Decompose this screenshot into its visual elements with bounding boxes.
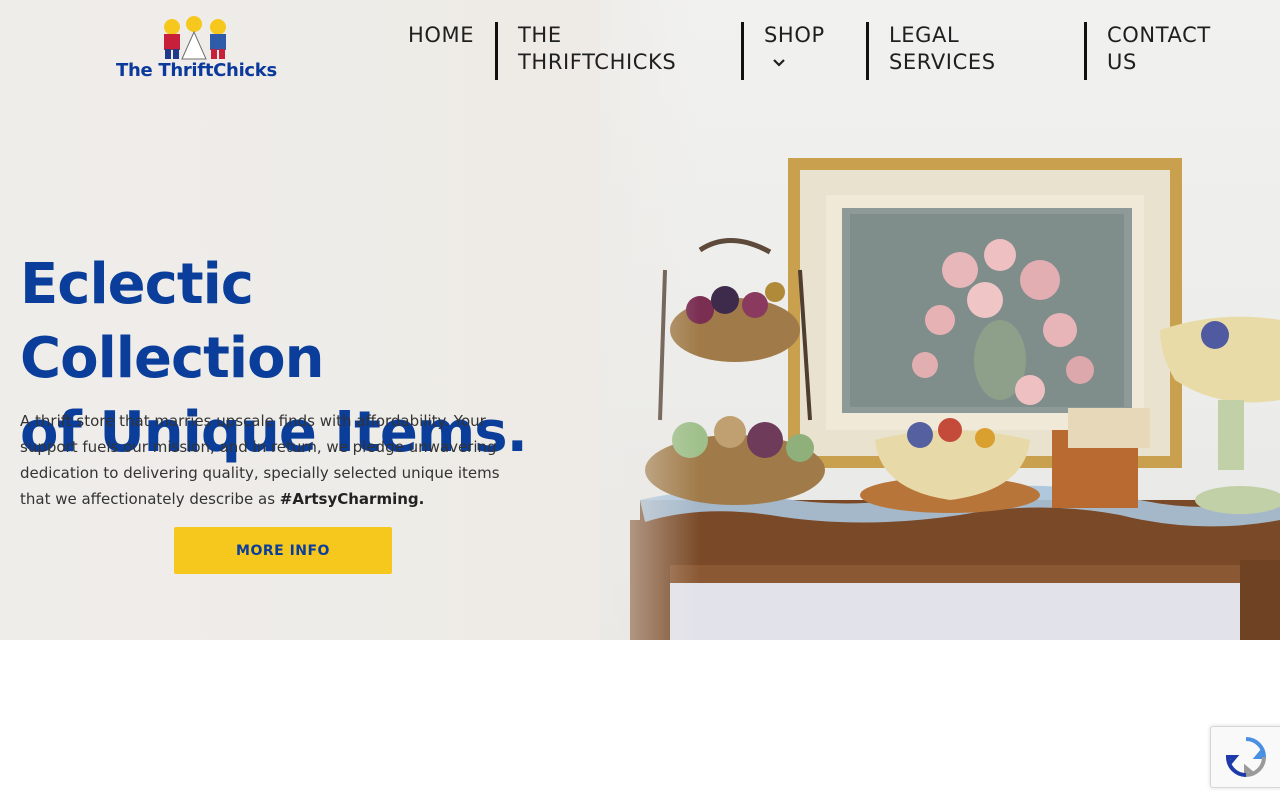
nav-legal-services[interactable]: LEGAL SERVICES [889,22,996,76]
nav-home[interactable]: HOME [408,22,474,49]
nav-the-thriftchicks[interactable]: THE THRIFTCHICKS [518,22,676,76]
nav-shop[interactable]: SHOP [764,22,825,76]
nav-divider [866,22,869,80]
recaptcha-badge[interactable] [1210,726,1280,788]
nav-divider [495,22,498,80]
nav-divider [741,22,744,80]
nav-legal-line1: LEGAL [889,23,960,47]
hero-title-line1: Eclectic Collection [20,252,324,391]
more-info-button[interactable]: MORE INFO [174,527,392,574]
logo-text[interactable]: The ThriftChicks [116,60,277,81]
nav-divider [1084,22,1087,80]
hero-hashtag: #ArtsyCharming. [279,490,425,508]
nav-contact-line2: US [1107,50,1137,74]
recaptcha-icon [1225,737,1267,778]
nav-home-label: HOME [408,23,475,47]
nav-contact-line1: CONTACT [1107,23,1211,47]
nav-thriftchicks-line2: THRIFTCHICKS [518,50,677,74]
nav-shop-label: SHOP [764,23,825,47]
chevron-down-icon[interactable] [772,58,786,68]
hero-description: A thrift store that marries upscale find… [20,408,525,512]
nav-thriftchicks-line1: THE [518,23,562,47]
nav-legal-line2: SERVICES [889,50,996,74]
nav-contact-us[interactable]: CONTACT US [1107,22,1211,76]
hero-description-text: A thrift store that marries upscale find… [20,412,500,508]
